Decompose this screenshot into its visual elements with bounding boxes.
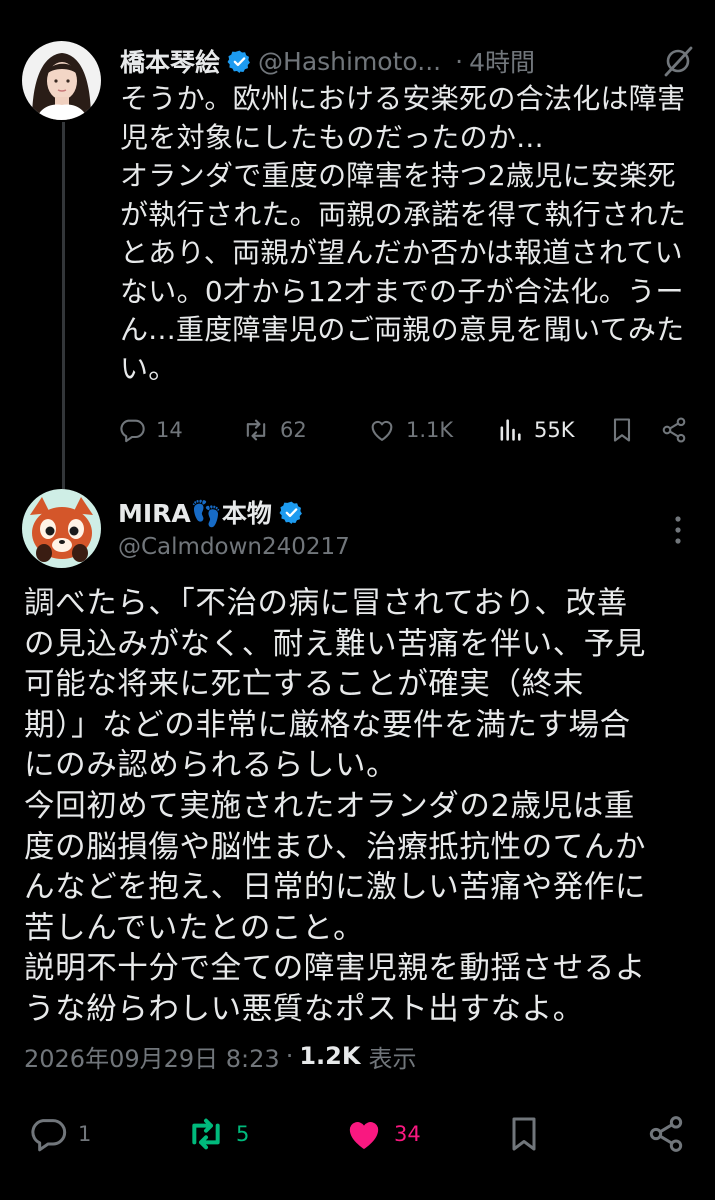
reply-handle[interactable]: @Calmdown240217 [118, 534, 350, 560]
verified-badge-icon [227, 50, 250, 73]
share-icon[interactable] [660, 416, 688, 444]
repost-icon [246, 419, 266, 441]
more-vertical-icon[interactable] [673, 514, 683, 546]
views-icon [500, 419, 521, 441]
reply-view-count: 1.2K [299, 1042, 361, 1070]
parent-tweet-text: そうか。欧州における安楽死の合法化は障害 児を対象にしたものだったのか... オ… [120, 82, 687, 385]
separator-dot: · [455, 46, 464, 76]
parent-views-button[interactable]: 55K [496, 412, 575, 448]
reply-action-bar: 1 5 34 [0, 1110, 715, 1158]
grok-icon[interactable] [661, 44, 695, 78]
thread-line [62, 122, 65, 490]
reply-reply-button[interactable]: 1 [28, 1110, 91, 1158]
reply-reply-count: 1 [78, 1122, 92, 1146]
reply-like-button[interactable]: 34 [344, 1110, 421, 1158]
reply-meta: 2026年09月29日 8:23 · 1.2K 表示 [24, 1038, 416, 1074]
parent-time[interactable]: 4時間 [469, 43, 535, 79]
parent-repost-count: 62 [280, 418, 307, 442]
reply-repost-button[interactable]: 5 [186, 1110, 249, 1158]
parent-reply-button[interactable]: 14 [118, 412, 183, 448]
heart-icon [371, 420, 393, 441]
reply-avatar[interactable] [22, 489, 101, 568]
reply-author-name[interactable]: MIRA👣本物 [118, 494, 272, 530]
reply-repost-count: 5 [236, 1122, 250, 1146]
repost-icon [192, 1118, 220, 1150]
parent-handle[interactable]: @Hashimoto... [258, 47, 441, 76]
reply-views-label: 表示 [368, 1044, 417, 1073]
parent-avatar[interactable] [22, 41, 101, 120]
reply-icon [120, 419, 145, 443]
parent-view-count: 55K [534, 418, 575, 442]
parent-reply-count: 14 [156, 418, 183, 442]
bookmark-icon[interactable] [504, 1114, 544, 1154]
parent-header: 橋本琴絵 @Hashimoto... · 4時間 [120, 42, 695, 80]
reply-icon [31, 1119, 67, 1152]
share-icon[interactable] [646, 1114, 686, 1154]
reply-tweet-text: 調べたら、「不治の病に冒されており、改善 の見込みがなく、耐え難い苦痛を伴い、予… [24, 586, 646, 1027]
parent-like-button[interactable]: 1.1K [368, 412, 453, 448]
reply-like-count: 34 [394, 1122, 421, 1146]
parent-author-name[interactable]: 橋本琴絵 [120, 43, 220, 79]
reply-name-row: MIRA👣本物 [118, 492, 310, 532]
verified-badge-icon [279, 501, 302, 524]
parent-repost-button[interactable]: 62 [242, 412, 307, 448]
heart-icon [349, 1122, 379, 1149]
parent-like-count: 1.1K [406, 418, 454, 442]
parent-action-bar: 14 62 1.1K 55K [118, 412, 698, 448]
bookmark-icon[interactable] [608, 416, 636, 444]
reply-timestamp[interactable]: 2026年09月29日 8:23 [24, 1039, 280, 1074]
separator-dot: · [285, 1042, 294, 1070]
